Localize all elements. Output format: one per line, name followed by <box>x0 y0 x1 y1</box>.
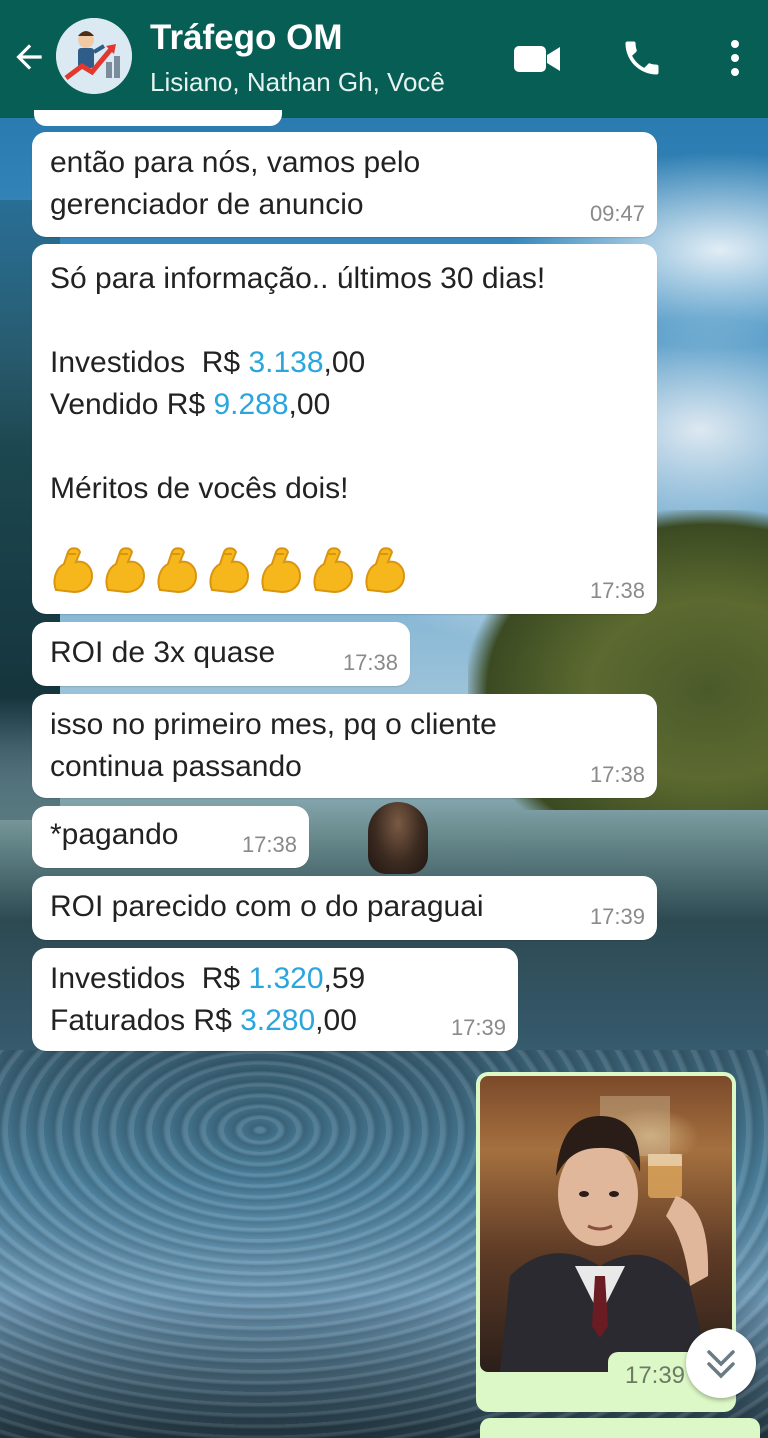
message-time: 09:47 <box>589 201 645 226</box>
flexed-biceps-icon <box>365 547 406 594</box>
chat-title[interactable]: Tráfego OM <box>150 18 343 58</box>
billed-cents: ,00 <box>315 1004 357 1037</box>
message-line: gerenciador de anuncio <box>50 188 364 221</box>
wallpaper-person <box>368 802 428 874</box>
message-time: 17:39 <box>450 1015 506 1040</box>
message-time: 17:38 <box>589 762 645 787</box>
video-camera-icon[interactable] <box>514 42 562 76</box>
invest-cents: ,59 <box>323 962 366 995</box>
message-time: 17:38 <box>589 578 645 603</box>
message-bubble[interactable]: ROI parecido com o do paraguai 17:39 <box>32 876 657 940</box>
chat-participants[interactable]: Lisiano, Nathan Gh, Você <box>150 66 445 98</box>
invest-cents: ,00 <box>323 346 366 379</box>
message-text: isso no primeiro mes, pq o cliente conti… <box>50 704 497 788</box>
sold-cents: ,00 <box>288 388 331 421</box>
arrow-left-icon[interactable] <box>10 38 48 76</box>
phone-icon[interactable] <box>620 36 664 80</box>
flexed-biceps-icon <box>105 547 146 594</box>
avatar-illustration-icon <box>56 18 132 94</box>
message-bubble[interactable]: ROI de 3x quase 17:38 <box>32 622 410 686</box>
scroll-to-bottom-button[interactable] <box>686 1328 756 1398</box>
flexed-biceps-icon <box>261 547 302 594</box>
more-vertical-icon[interactable] <box>724 36 746 80</box>
emoji-row <box>50 544 408 596</box>
double-chevron-down-icon <box>707 1350 735 1379</box>
message-bubble[interactable]: *pagando 17:38 <box>32 806 309 868</box>
next-message-edge <box>480 1418 760 1438</box>
message-line: então para nós, vamos pelo <box>50 146 421 179</box>
message-text: ROI de 3x quase <box>50 636 276 669</box>
message-line: Méritos de vocês dois! <box>50 472 349 505</box>
invest-label: Investidos R$ <box>50 962 249 995</box>
message-time: 17:38 <box>342 650 398 675</box>
flexed-biceps-icon <box>209 547 250 594</box>
flexed-biceps-icon <box>157 547 198 594</box>
sold-label: Vendido R$ <box>50 388 214 421</box>
billed-value[interactable]: 3.280 <box>240 1004 315 1037</box>
message-line: continua passando <box>50 750 302 783</box>
message-text: Só para informação.. últimos 30 dias! In… <box>50 258 545 510</box>
previous-message-edge <box>34 110 282 126</box>
group-avatar[interactable] <box>56 18 132 94</box>
message-time: 17:39 <box>589 904 645 929</box>
sold-value[interactable]: 9.288 <box>213 388 288 421</box>
message-bubble[interactable]: Investidos R$ 1.320,59 Faturados R$ 3.28… <box>32 948 518 1051</box>
invest-value[interactable]: 3.138 <box>248 346 323 379</box>
chat-header: Tráfego OM Lisiano, Nathan Gh, Você <box>0 0 768 118</box>
flexed-biceps-icon <box>53 547 94 594</box>
invest-label: Investidos R$ <box>50 346 249 379</box>
message-text: *pagando <box>50 818 179 851</box>
message-bubble[interactable]: isso no primeiro mes, pq o cliente conti… <box>32 694 657 798</box>
message-line: Só para informação.. últimos 30 dias! <box>50 262 546 295</box>
message-text: Investidos R$ 1.320,59 Faturados R$ 3.28… <box>50 958 365 1042</box>
message-bubble[interactable]: então para nós, vamos pelo gerenciador d… <box>32 132 657 237</box>
flexed-biceps-icon <box>313 547 354 594</box>
message-text: ROI parecido com o do paraguai <box>50 890 484 923</box>
message-time: 17:38 <box>241 832 297 857</box>
invest-value[interactable]: 1.320 <box>248 962 323 995</box>
message-bubble[interactable]: Só para informação.. últimos 30 dias! In… <box>32 244 657 614</box>
message-text: então para nós, vamos pelo gerenciador d… <box>50 142 420 226</box>
billed-label: Faturados R$ <box>50 1004 241 1037</box>
message-line: isso no primeiro mes, pq o cliente <box>50 708 497 741</box>
